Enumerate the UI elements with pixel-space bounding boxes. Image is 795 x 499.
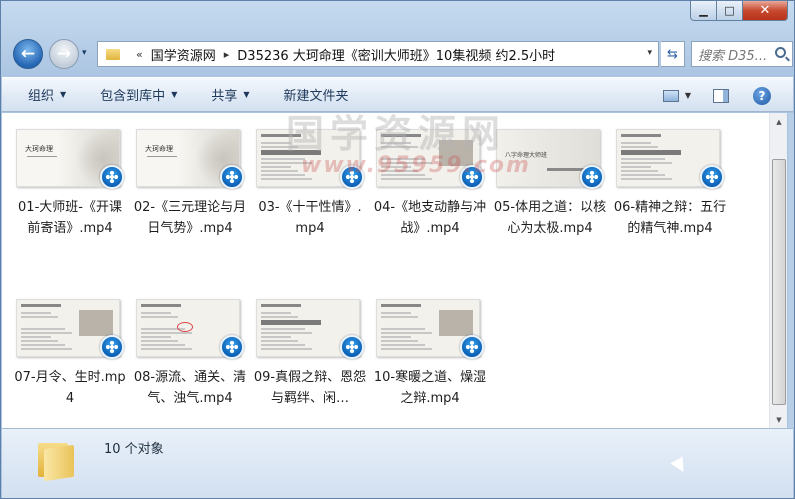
file-name: 09-真假之辩、恩怨与羁绊、闲… [253,370,367,406]
video-player-icon [100,165,124,189]
file-name: 10-寒暖之道、燥湿之辩.mp4 [373,370,487,406]
video-player-icon [340,335,364,359]
scroll-up-icon[interactable]: ▲ [770,113,788,130]
refresh-button[interactable]: ⇆ [661,41,685,67]
help-icon[interactable]: ? [753,86,771,105]
breadcrumb-item[interactable]: 国学资源网 [151,45,216,64]
forward-button[interactable]: → [49,39,79,69]
file-name: 01-大师班-《开课前寄语》.mp4 [18,200,122,236]
caption-buttons: ▁ □ ✕ [690,1,788,21]
command-bar: 组织 ▼ 包含到库中 ▼ 共享 ▼ 新建文件夹 ▼ ? [2,77,793,112]
chevron-down-icon[interactable]: ▼ [685,91,691,100]
explorer-window: ▁ □ ✕ ← → ▾ « 国学资源网 ▸ D35236 大珂命理《密训大师班》… [0,0,795,499]
vertical-scrollbar[interactable]: ▲ ▼ [769,113,787,428]
video-player-icon [580,165,604,189]
file-name: 05-体用之道：以核心为太极.mp4 [493,200,607,236]
scroll-down-icon[interactable]: ▼ [770,411,788,428]
watermark-url: www.95959.com [301,153,531,178]
thumbnail-title: 大珂命理 [145,145,173,153]
minimize-button[interactable]: ▁ [690,1,717,21]
address-dropdown[interactable]: ▾ [647,48,652,58]
preview-pane-icon[interactable] [713,88,729,103]
breadcrumb-separator[interactable]: ▸ [224,48,230,61]
file-name: 04-《地支动静与冲战》.mp4 [373,200,487,236]
organize-button[interactable]: 组织 ▼ [28,85,66,104]
back-button[interactable]: ← [13,39,43,69]
file-name: 02-《三元理论与月日气势》.mp4 [133,200,247,236]
search-input[interactable]: 搜索 D35... [691,41,793,67]
change-view-icon[interactable] [662,89,679,102]
folder-icon [106,48,120,60]
share-label: 共享 [211,89,238,104]
address-bar[interactable]: « 国学资源网 ▸ D35236 大珂命理《密训大师班》10集视频 约2.5小时… [97,41,659,67]
video-player-icon [220,335,244,359]
maximize-button[interactable]: □ [717,1,743,21]
search-icon[interactable] [775,47,786,58]
video-player-icon [460,335,484,359]
new-folder-button[interactable]: 新建文件夹 [284,85,349,104]
item-count: 10 个对象 [104,442,164,457]
share-button[interactable]: 共享 ▼ [211,85,249,104]
refresh-icon: ⇆ [667,46,678,62]
video-player-icon [100,335,124,359]
thumbnail-title: 大珂命理 [25,145,53,153]
new-folder-label: 新建文件夹 [283,89,349,104]
search-placeholder: 搜索 D35... [698,48,768,64]
chevron-down-icon: ▼ [243,90,250,99]
breadcrumb-item[interactable]: D35236 大珂命理《密训大师班》10集视频 约2.5小时 [237,45,555,64]
breadcrumb-overflow[interactable]: « [136,48,143,61]
close-button[interactable]: ✕ [743,1,788,21]
scrollbar-thumb[interactable] [772,159,786,405]
include-in-library-button[interactable]: 包含到库中 ▼ [100,85,177,104]
file-name: 08-源流、通关、清气、浊气.mp4 [133,370,247,406]
chevron-down-icon: ▼ [60,90,67,99]
include-library-label: 包含到库中 [100,89,166,104]
organize-label: 组织 [28,89,55,104]
file-name: 07-月令、生时.mp4 [14,370,126,406]
video-player-icon [220,165,244,189]
file-name: 03-《十干性情》.mp4 [258,200,362,236]
navigation-bar: ← → ▾ « 国学资源网 ▸ D35236 大珂命理《密训大师班》10集视频 … [9,39,793,69]
window-border [788,113,794,428]
file-name: 06-精神之辩：五行的精气神.mp4 [613,200,727,236]
arrow-left-icon: ← [20,44,36,64]
video-player-icon [700,165,724,189]
folder-icon [38,439,84,482]
chevron-down-icon: ▼ [171,90,178,99]
arrow-right-icon: → [56,44,72,64]
recent-pages-dropdown[interactable]: ▾ [82,48,87,58]
